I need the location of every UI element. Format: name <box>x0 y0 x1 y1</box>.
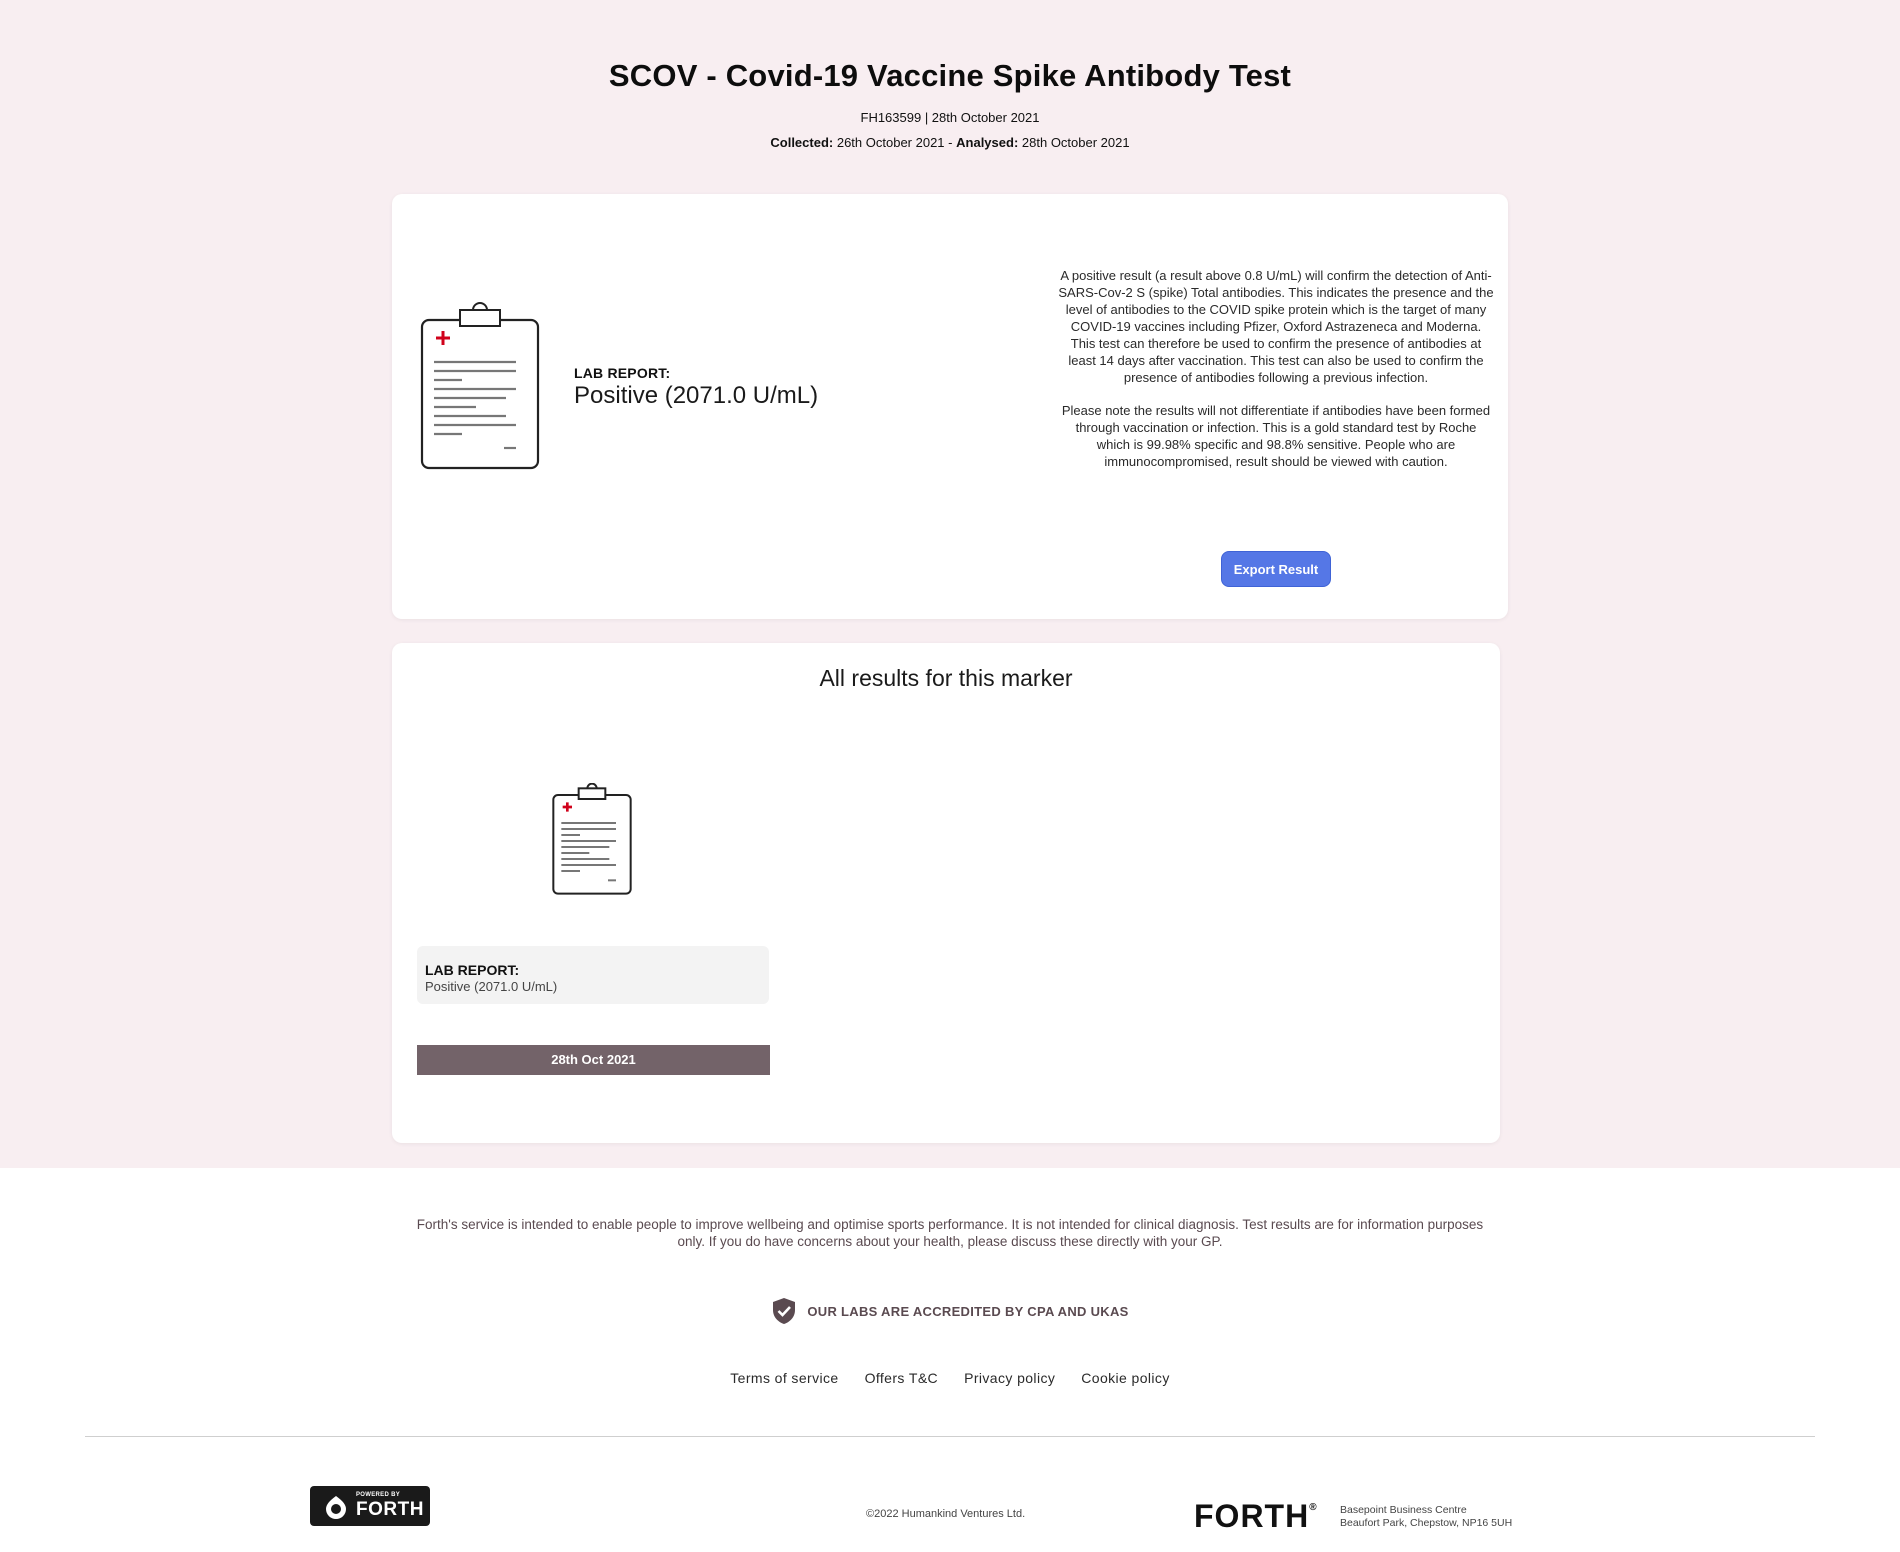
description-paragraph-1: A positive result (a result above 0.8 U/… <box>1058 268 1494 385</box>
terms-of-service-link[interactable]: Terms of service <box>730 1370 838 1386</box>
address-line-1: Basepoint Business Centre <box>1340 1504 1467 1516</box>
history-card: All results for this marker LAB REPORT: … <box>392 643 1500 1143</box>
page-header: SCOV - Covid-19 Vaccine Spike Antibody T… <box>0 58 1900 150</box>
history-date-bar: 28th Oct 2021 <box>417 1045 770 1075</box>
footer-disclaimer: Forth's service is intended to enable pe… <box>416 1217 1484 1249</box>
lab-report-label: LAB REPORT: <box>574 365 671 381</box>
clipboard-report-icon <box>420 302 540 470</box>
privacy-policy-link[interactable]: Privacy policy <box>964 1370 1055 1386</box>
page-title: SCOV - Covid-19 Vaccine Spike Antibody T… <box>608 58 1292 93</box>
analysed-label: Analysed: <box>956 135 1019 150</box>
export-result-button[interactable]: Export Result <box>1221 551 1331 587</box>
forth-drop-icon <box>326 1496 346 1519</box>
address-line-2: Beaufort Park, Chepstow, NP16 5UH <box>1340 1517 1513 1529</box>
history-title: All results for this marker <box>819 665 1073 691</box>
powered-by-text: POWERED BY <box>356 1492 401 1498</box>
company-address: Basepoint Business Centre Beaufort Park,… <box>1340 1504 1512 1530</box>
clipboard-report-icon <box>552 783 632 895</box>
accreditation-text: OUR LABS ARE ACCREDITED BY CPA AND UKAS <box>807 1303 1129 1319</box>
footer-links: Terms of service Offers T&C Privacy poli… <box>0 1370 1900 1386</box>
analysed-date: 28th October 2021 <box>1021 135 1130 150</box>
copyright-text: ©2022 Humankind Ventures Ltd. <box>866 1508 1026 1520</box>
collected-label: Collected: <box>770 135 834 150</box>
result-card: LAB REPORT: Positive (2071.0 U/mL) A pos… <box>392 194 1508 619</box>
offers-tc-link[interactable]: Offers T&C <box>865 1370 939 1386</box>
content-area: SCOV - Covid-19 Vaccine Spike Antibody T… <box>0 0 1900 1168</box>
collected-date: 26th October 2021 <box>836 135 945 150</box>
description-paragraph-2: Please note the results will not differe… <box>1061 403 1491 469</box>
test-dates: Collected: 26th October 2021 - Analysed:… <box>0 135 1900 150</box>
forth-logo[interactable]: FORTH® <box>1194 1498 1318 1535</box>
registered-mark: ® <box>1309 1502 1318 1513</box>
accreditation-banner: OUR LABS ARE ACCREDITED BY CPA AND UKAS <box>0 1297 1900 1325</box>
history-lab-report: LAB REPORT: Positive (2071.0 U/mL) <box>417 946 769 1004</box>
footer-divider <box>85 1436 1815 1437</box>
history-lab-report-label: LAB REPORT: <box>425 962 520 978</box>
powered-by-brand: FORTH <box>356 1499 424 1520</box>
forth-logo-text: FORTH <box>1194 1498 1310 1534</box>
lab-report-value: Positive (2071.0 U/mL) <box>574 382 819 409</box>
test-reference: FH163599 | 28th October 2021 <box>860 110 1040 125</box>
history-lab-report-value: Positive (2071.0 U/mL) <box>425 979 558 994</box>
result-description: A positive result (a result above 0.8 U/… <box>1058 267 1494 486</box>
cookie-policy-link[interactable]: Cookie policy <box>1081 1370 1169 1386</box>
date-separator: - <box>948 135 953 150</box>
powered-by-forth-badge[interactable]: POWERED BY FORTH <box>310 1486 430 1526</box>
shield-check-icon <box>773 1298 796 1324</box>
